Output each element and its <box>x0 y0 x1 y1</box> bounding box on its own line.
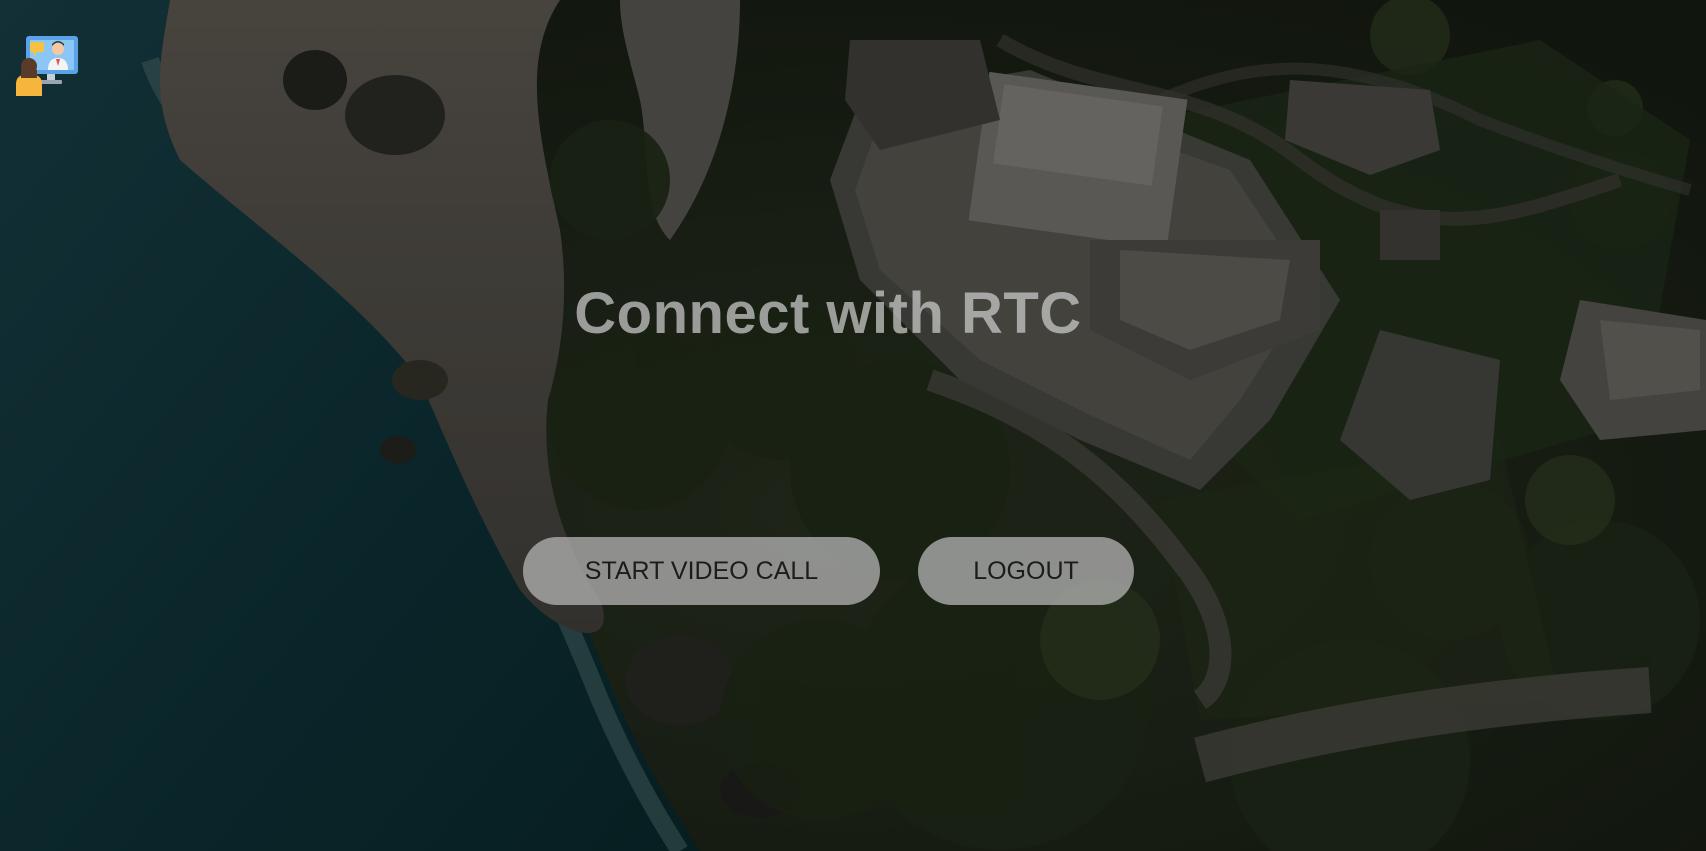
video-conference-icon <box>16 36 78 96</box>
background-image <box>0 0 1706 851</box>
start-video-call-button[interactable]: START VIDEO CALL <box>523 537 880 605</box>
logout-button[interactable]: LOGOUT <box>918 537 1134 605</box>
login-home-screen: Connect with RTC START VIDEO CALL LOGOUT <box>0 0 1706 851</box>
aerial-coast-ruins-image <box>0 0 1706 851</box>
app-logo <box>14 34 80 98</box>
page-title: Connect with RTC <box>574 281 1082 346</box>
